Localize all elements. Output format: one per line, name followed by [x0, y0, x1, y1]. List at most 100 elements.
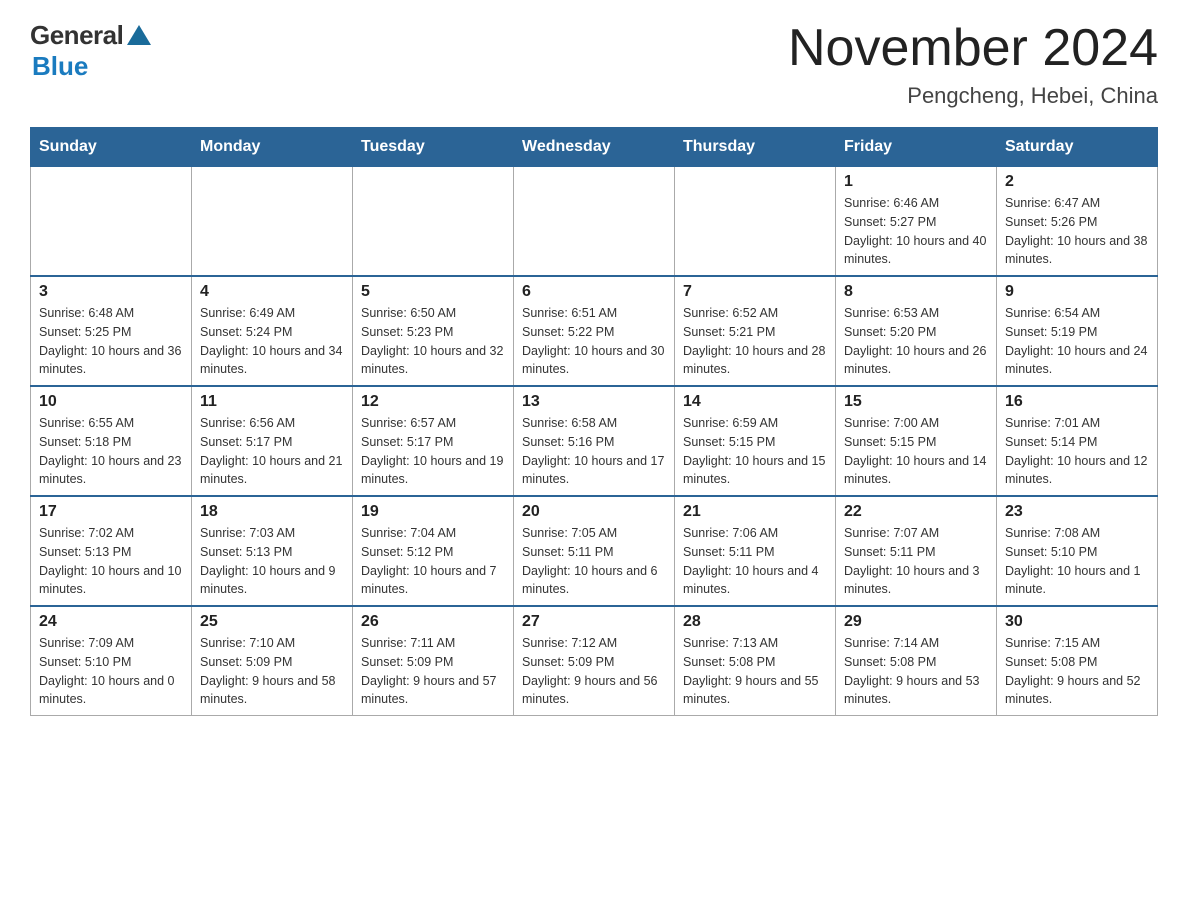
- day-info: Sunrise: 7:12 AMSunset: 5:09 PMDaylight:…: [522, 634, 666, 709]
- day-info: Sunrise: 6:56 AMSunset: 5:17 PMDaylight:…: [200, 414, 344, 489]
- day-number: 5: [361, 283, 505, 301]
- calendar-cell-2: 2 Sunrise: 6:47 AMSunset: 5:26 PMDaylight…: [997, 167, 1158, 277]
- calendar-cell-27: 27Sunrise: 7:12 AMSunset: 5:09 PMDayligh…: [514, 606, 675, 716]
- calendar-cell-12: 12Sunrise: 6:57 AMSunset: 5:17 PMDayligh…: [353, 386, 514, 496]
- calendar-cell-empty: [514, 167, 675, 277]
- calendar-cell-10: 10 Sunrise: 6:55 AMSunset: 5:18 PMDayligh…: [31, 386, 192, 496]
- day-info: Sunrise: 7:06 AMSunset: 5:11 PMDaylight:…: [683, 524, 827, 599]
- day-number: 11: [200, 393, 344, 411]
- day-number: 29: [844, 613, 988, 631]
- logo-triangle-icon: [127, 25, 151, 45]
- calendar-cell-14: 14Sunrise: 6:59 AMSunset: 5:15 PMDayligh…: [675, 386, 836, 496]
- day-info: Sunrise: 6:51 AMSunset: 5:22 PMDaylight:…: [522, 304, 666, 379]
- day-number: 30: [1005, 613, 1149, 631]
- calendar-cell-7: 7 Sunrise: 6:52 AMSunset: 5:21 PMDaylight…: [675, 276, 836, 386]
- day-info: Sunrise: 6:46 AMSunset: 5:27 PMDaylight:…: [844, 194, 988, 269]
- calendar-cell-8: 8 Sunrise: 6:53 AMSunset: 5:20 PMDaylight…: [836, 276, 997, 386]
- weekday-header-sunday: Sunday: [31, 128, 192, 167]
- day-number: 19: [361, 503, 505, 521]
- weekday-header-thursday: Thursday: [675, 128, 836, 167]
- day-info: Sunrise: 6:53 AMSunset: 5:20 PMDaylight:…: [844, 304, 988, 379]
- day-info: Sunrise: 7:11 AMSunset: 5:09 PMDaylight:…: [361, 634, 505, 709]
- calendar-cell-15: 15Sunrise: 7:00 AMSunset: 5:15 PMDayligh…: [836, 386, 997, 496]
- calendar-cell-26: 26 Sunrise: 7:11 AMSunset: 5:09 PMDayligh…: [353, 606, 514, 716]
- day-info: Sunrise: 7:04 AMSunset: 5:12 PMDaylight:…: [361, 524, 505, 599]
- weekday-header-wednesday: Wednesday: [514, 128, 675, 167]
- calendar-cell-4: 4 Sunrise: 6:49 AMSunset: 5:24 PMDaylight…: [192, 276, 353, 386]
- week-row-1: 1 Sunrise: 6:46 AMSunset: 5:27 PMDaylight…: [31, 167, 1158, 277]
- day-number: 23: [1005, 503, 1149, 521]
- day-number: 13: [522, 393, 666, 411]
- calendar-cell-30: 30Sunrise: 7:15 AMSunset: 5:08 PMDayligh…: [997, 606, 1158, 716]
- calendar-cell-28: 28 Sunrise: 7:13 AMSunset: 5:08 PMDayligh…: [675, 606, 836, 716]
- calendar-cell-22: 22Sunrise: 7:07 AMSunset: 5:11 PMDayligh…: [836, 496, 997, 606]
- calendar-cell-9: 9 Sunrise: 6:54 AMSunset: 5:19 PMDaylight…: [997, 276, 1158, 386]
- day-number: 9: [1005, 283, 1149, 301]
- day-number: 3: [39, 283, 183, 301]
- week-row-5: 24 Sunrise: 7:09 AMSunset: 5:10 PMDayligh…: [31, 606, 1158, 716]
- day-info: Sunrise: 7:09 AMSunset: 5:10 PMDaylight:…: [39, 634, 183, 709]
- day-info: Sunrise: 6:48 AMSunset: 5:25 PMDaylight:…: [39, 304, 183, 379]
- calendar-cell-empty: [31, 167, 192, 277]
- day-info: Sunrise: 6:49 AMSunset: 5:24 PMDaylight:…: [200, 304, 344, 379]
- day-number: 16: [1005, 393, 1149, 411]
- weekday-header-monday: Monday: [192, 128, 353, 167]
- day-info: Sunrise: 7:01 AMSunset: 5:14 PMDaylight:…: [1005, 414, 1149, 489]
- calendar-cell-19: 19 Sunrise: 7:04 AMSunset: 5:12 PMDayligh…: [353, 496, 514, 606]
- day-number: 22: [844, 503, 988, 521]
- logo: General Blue: [30, 20, 151, 82]
- day-info: Sunrise: 7:14 AMSunset: 5:08 PMDaylight:…: [844, 634, 988, 709]
- calendar-cell-21: 21 Sunrise: 7:06 AMSunset: 5:11 PMDayligh…: [675, 496, 836, 606]
- day-number: 2: [1005, 173, 1149, 191]
- calendar-cell-1: 1 Sunrise: 6:46 AMSunset: 5:27 PMDaylight…: [836, 167, 997, 277]
- week-row-3: 10 Sunrise: 6:55 AMSunset: 5:18 PMDayligh…: [31, 386, 1158, 496]
- day-info: Sunrise: 7:03 AMSunset: 5:13 PMDaylight:…: [200, 524, 344, 599]
- day-number: 4: [200, 283, 344, 301]
- calendar-cell-17: 17 Sunrise: 7:02 AMSunset: 5:13 PMDayligh…: [31, 496, 192, 606]
- calendar-cell-11: 11 Sunrise: 6:56 AMSunset: 5:17 PMDayligh…: [192, 386, 353, 496]
- day-number: 20: [522, 503, 666, 521]
- day-number: 6: [522, 283, 666, 301]
- day-number: 28: [683, 613, 827, 631]
- day-info: Sunrise: 6:58 AMSunset: 5:16 PMDaylight:…: [522, 414, 666, 489]
- day-number: 10: [39, 393, 183, 411]
- calendar-table: SundayMondayTuesdayWednesdayThursdayFrid…: [30, 127, 1158, 716]
- day-number: 8: [844, 283, 988, 301]
- calendar-cell-20: 20Sunrise: 7:05 AMSunset: 5:11 PMDayligh…: [514, 496, 675, 606]
- calendar-cell-18: 18 Sunrise: 7:03 AMSunset: 5:13 PMDayligh…: [192, 496, 353, 606]
- calendar-cell-empty: [675, 167, 836, 277]
- logo-general-text: General: [30, 20, 123, 51]
- calendar-cell-24: 24 Sunrise: 7:09 AMSunset: 5:10 PMDayligh…: [31, 606, 192, 716]
- day-info: Sunrise: 6:52 AMSunset: 5:21 PMDaylight:…: [683, 304, 827, 379]
- calendar-cell-empty: [192, 167, 353, 277]
- weekday-header-saturday: Saturday: [997, 128, 1158, 167]
- day-number: 12: [361, 393, 505, 411]
- day-number: 17: [39, 503, 183, 521]
- calendar-cell-5: 5 Sunrise: 6:50 AMSunset: 5:23 PMDaylight…: [353, 276, 514, 386]
- day-number: 24: [39, 613, 183, 631]
- day-number: 26: [361, 613, 505, 631]
- day-info: Sunrise: 6:47 AMSunset: 5:26 PMDaylight:…: [1005, 194, 1149, 269]
- page-title: November 2024: [788, 20, 1158, 77]
- day-info: Sunrise: 6:54 AMSunset: 5:19 PMDaylight:…: [1005, 304, 1149, 379]
- calendar-cell-13: 13 Sunrise: 6:58 AMSunset: 5:16 PMDayligh…: [514, 386, 675, 496]
- weekday-header-row: SundayMondayTuesdayWednesdayThursdayFrid…: [31, 128, 1158, 167]
- day-number: 21: [683, 503, 827, 521]
- day-info: Sunrise: 7:13 AMSunset: 5:08 PMDaylight:…: [683, 634, 827, 709]
- day-number: 1: [844, 173, 988, 191]
- day-number: 18: [200, 503, 344, 521]
- day-number: 15: [844, 393, 988, 411]
- calendar-cell-empty: [353, 167, 514, 277]
- day-info: Sunrise: 7:08 AMSunset: 5:10 PMDaylight:…: [1005, 524, 1149, 599]
- day-number: 7: [683, 283, 827, 301]
- week-row-2: 3 Sunrise: 6:48 AMSunset: 5:25 PMDaylight…: [31, 276, 1158, 386]
- day-info: Sunrise: 6:50 AMSunset: 5:23 PMDaylight:…: [361, 304, 505, 379]
- calendar-cell-16: 16 Sunrise: 7:01 AMSunset: 5:14 PMDayligh…: [997, 386, 1158, 496]
- title-area: November 2024 Pengcheng, Hebei, China: [788, 20, 1158, 109]
- calendar-cell-3: 3 Sunrise: 6:48 AMSunset: 5:25 PMDaylight…: [31, 276, 192, 386]
- day-number: 25: [200, 613, 344, 631]
- day-info: Sunrise: 6:55 AMSunset: 5:18 PMDaylight:…: [39, 414, 183, 489]
- day-info: Sunrise: 7:10 AMSunset: 5:09 PMDaylight:…: [200, 634, 344, 709]
- day-info: Sunrise: 7:02 AMSunset: 5:13 PMDaylight:…: [39, 524, 183, 599]
- weekday-header-friday: Friday: [836, 128, 997, 167]
